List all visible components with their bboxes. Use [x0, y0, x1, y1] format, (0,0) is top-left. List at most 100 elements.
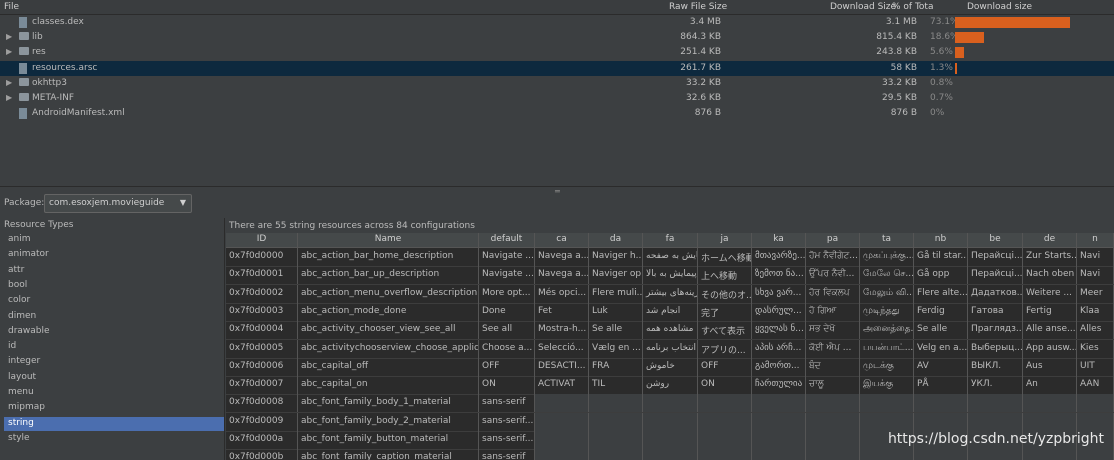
table-cell[interactable]	[535, 412, 589, 431]
table-cell[interactable]	[752, 412, 806, 431]
expand-arrow-icon[interactable]: ▶	[6, 93, 12, 102]
table-cell[interactable]: Гатова	[968, 302, 1023, 321]
table-cell[interactable]: See all	[479, 321, 535, 340]
resource-type-attr[interactable]: attr	[4, 264, 224, 278]
table-cell[interactable]	[806, 431, 860, 449]
table-cell[interactable]: Zur Starts...	[1023, 248, 1077, 266]
file-row[interactable]: ▶ META-INF 32.6 KB 29.5 KB 0.7%	[0, 91, 1114, 106]
column-header-de[interactable]: de	[1023, 233, 1077, 247]
table-cell[interactable]: 0x7f0d0009	[226, 412, 298, 431]
table-cell[interactable]	[643, 431, 698, 449]
table-cell[interactable]	[643, 394, 698, 413]
column-header-Name[interactable]: Name	[298, 233, 479, 247]
table-row[interactable]: 0x7f0d0007 abc_capital_on ON ACTIVAT TIL روشن…	[226, 376, 1114, 396]
table-cell[interactable]: AAN	[1077, 376, 1114, 395]
table-cell[interactable]: 完了	[698, 302, 752, 321]
table-cell[interactable]: மேலே செ...	[860, 266, 914, 285]
table-cell[interactable]: ACTIVAT	[535, 376, 589, 395]
resource-type-style[interactable]: style	[4, 432, 224, 446]
table-cell[interactable]: DESACTI...	[535, 357, 589, 376]
table-cell[interactable]: ਸਭ ਦੇਖੋ	[806, 321, 860, 340]
file-row[interactable]: AndroidManifest.xml 876 B 876 B 0%	[0, 106, 1114, 121]
table-cell[interactable]	[806, 449, 860, 460]
table-cell[interactable]: پیمایش به صفحه...	[643, 248, 698, 266]
table-cell[interactable]: Navigate ...	[479, 266, 535, 285]
table-cell[interactable]: 0x7f0d0001	[226, 266, 298, 285]
column-header-n[interactable]: n	[1077, 233, 1114, 247]
table-cell[interactable]: Gå til star...	[914, 248, 968, 266]
table-cell[interactable]: FRA	[589, 357, 643, 376]
expand-arrow-icon[interactable]: ▶	[6, 47, 12, 56]
table-cell[interactable]: Ferdig	[914, 302, 968, 321]
table-cell[interactable]: PÅ	[914, 376, 968, 395]
table-cell[interactable]: Vælg en ...	[589, 339, 643, 358]
table-cell[interactable]: すべて表示	[698, 321, 752, 340]
table-cell[interactable]	[914, 394, 968, 413]
table-cell[interactable]	[535, 394, 589, 413]
table-cell[interactable]: مشاهده همه	[643, 321, 698, 340]
table-cell[interactable]: abc_capital_off	[298, 357, 479, 376]
table-cell[interactable]: ON	[698, 376, 752, 395]
table-cell[interactable]: Choose a...	[479, 339, 535, 358]
table-cell[interactable]: 0x7f0d000a	[226, 431, 298, 449]
table-row[interactable]: 0x7f0d0003 abc_action_mode_done Done Fet Luk…	[226, 302, 1114, 322]
table-cell[interactable]: 0x7f0d0000	[226, 248, 298, 266]
table-cell[interactable]: УКЛ.	[968, 376, 1023, 395]
table-cell[interactable]: Aus	[1023, 357, 1077, 376]
table-cell[interactable]: abc_action_mode_done	[298, 302, 479, 321]
table-cell[interactable]	[968, 412, 1023, 431]
table-cell[interactable]	[752, 394, 806, 413]
table-cell[interactable]: ਬੰਦ	[806, 357, 860, 376]
table-cell[interactable]	[643, 449, 698, 460]
table-cell[interactable]: گزینه‌های بیشتر	[643, 284, 698, 303]
table-cell[interactable]: abc_action_bar_home_description	[298, 248, 479, 266]
table-cell[interactable]: sans-serif...	[479, 412, 535, 431]
table-cell[interactable]: Fet	[535, 302, 589, 321]
resource-type-dimen[interactable]: dimen	[4, 310, 224, 324]
table-cell[interactable]: انجام شد	[643, 302, 698, 321]
resource-type-color[interactable]: color	[4, 294, 224, 308]
column-file[interactable]: File	[4, 2, 19, 12]
table-cell[interactable]: ਚਾਲੂ	[806, 376, 860, 395]
table-cell[interactable]: OFF	[479, 357, 535, 376]
column-header-ca[interactable]: ca	[535, 233, 589, 247]
panel-splitter[interactable]: ═	[0, 186, 1114, 196]
table-cell[interactable]: ホームへ移動	[698, 248, 752, 266]
file-row[interactable]: ▶ lib 864.3 KB 815.4 KB 18.6%	[0, 30, 1114, 45]
table-cell[interactable]	[1023, 412, 1077, 431]
table-cell[interactable]: Weitere ...	[1023, 284, 1077, 303]
table-cell[interactable]: ყველას ნ...	[752, 321, 806, 340]
table-cell[interactable]: abc_capital_on	[298, 376, 479, 395]
column-header-ja[interactable]: ja	[698, 233, 752, 247]
table-cell[interactable]: Дадатков...	[968, 284, 1023, 303]
table-cell[interactable]	[860, 394, 914, 413]
table-cell[interactable]: sans-serif...	[479, 431, 535, 449]
table-cell[interactable]: Выберыц...	[968, 339, 1023, 358]
column-header-nb[interactable]: nb	[914, 233, 968, 247]
table-cell[interactable]: Se alle	[914, 321, 968, 340]
expand-arrow-icon[interactable]: ▶	[6, 32, 12, 41]
table-cell[interactable]: அனைத்தை...	[860, 321, 914, 340]
table-row[interactable]: 0x7f0d0000 abc_action_bar_home_descriptio…	[226, 248, 1114, 267]
table-cell[interactable]: Alle anse...	[1023, 321, 1077, 340]
column-header-da[interactable]: da	[589, 233, 643, 247]
table-row[interactable]: 0x7f0d0002 abc_action_menu_overflow_descr…	[226, 284, 1114, 304]
table-cell[interactable]: Naviger h...	[589, 248, 643, 266]
table-cell[interactable]	[589, 449, 643, 460]
resource-type-layout[interactable]: layout	[4, 371, 224, 385]
table-cell[interactable]: Més opci...	[535, 284, 589, 303]
table-cell[interactable]: abc_activity_chooser_view_see_all	[298, 321, 479, 340]
table-cell[interactable]: ਹੋਰ ਵਿਕਲਪ	[806, 284, 860, 303]
table-cell[interactable]: 0x7f0d0007	[226, 376, 298, 395]
table-cell[interactable]: abc_action_bar_up_description	[298, 266, 479, 285]
table-cell[interactable]: முடக்கு	[860, 357, 914, 376]
table-cell[interactable]	[589, 431, 643, 449]
table-cell[interactable]	[589, 412, 643, 431]
table-cell[interactable]: Navigate ...	[479, 248, 535, 266]
table-cell[interactable]: ਹੋਮ ਨੈਵੀਗੇਟ...	[806, 248, 860, 266]
column-raw-file-size[interactable]: Raw File Size	[669, 2, 727, 12]
table-cell[interactable]	[698, 449, 752, 460]
resource-type-anim[interactable]: anim	[4, 233, 224, 247]
table-cell[interactable]: انتخاب برنامه	[643, 339, 698, 358]
table-cell[interactable]	[860, 449, 914, 460]
